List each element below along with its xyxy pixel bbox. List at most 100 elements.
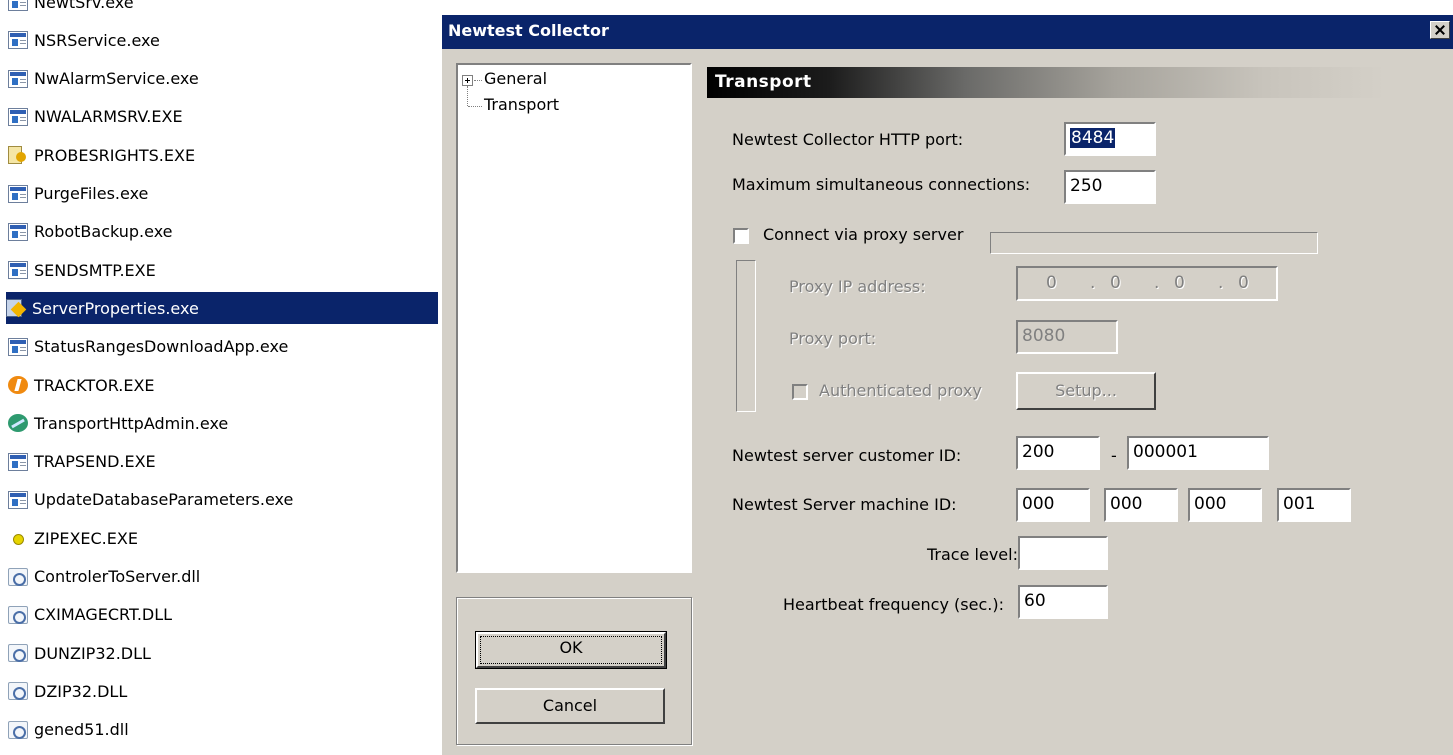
file-list-item[interactable]: TRACKTOR.EXE <box>8 369 438 401</box>
machine-id-field-4[interactable]: 001 <box>1277 488 1351 522</box>
http-port-label: Newtest Collector HTTP port: <box>732 130 964 149</box>
tree-connector <box>468 106 482 107</box>
file-list-item[interactable]: NewtSrv.exe <box>8 0 438 18</box>
section-title: Transport <box>715 72 812 92</box>
proxy-group-line <box>990 232 1318 254</box>
dialog-title: Newtest Collector <box>448 21 609 40</box>
proxy-port-field[interactable]: 8080 <box>1016 320 1118 354</box>
file-name: DZIP32.DLL <box>34 681 128 701</box>
file-name: RobotBackup.exe <box>34 222 173 242</box>
customer-id-separator: - <box>1111 446 1117 465</box>
orange-app-icon <box>8 376 28 394</box>
file-name: TransportHttpAdmin.exe <box>34 413 229 433</box>
button-panel: OK Cancel <box>456 597 692 745</box>
file-list-item[interactable]: NwAlarmService.exe <box>8 63 438 95</box>
proxy-checkbox[interactable] <box>733 228 749 244</box>
machine-id-label: Newtest Server machine ID: <box>732 495 957 514</box>
proxy-ip-field[interactable]: 0 . 0 . 0 . 0 <box>1016 266 1278 301</box>
file-list-item[interactable]: ZIPEXEC.EXE <box>8 522 438 554</box>
authenticated-proxy-checkbox[interactable] <box>792 384 808 400</box>
file-list-item[interactable]: SENDSMTP.EXE <box>8 254 438 286</box>
file-name: ControlerToServer.dll <box>34 567 201 586</box>
max-connections-field[interactable]: 250 <box>1064 170 1156 204</box>
exe-icon <box>8 490 28 509</box>
file-list-item[interactable]: PROBESRIGHTS.EXE <box>8 139 438 171</box>
exe-icon <box>8 31 28 50</box>
ok-button[interactable]: OK <box>475 631 667 669</box>
file-list-item[interactable]: StatusRangesDownloadApp.exe <box>8 331 438 363</box>
file-list-item[interactable]: DZIP32.DLL <box>8 675 438 707</box>
proxy-ip-label: Proxy IP address: <box>789 277 926 296</box>
dll-icon <box>8 644 28 663</box>
exe-icon <box>8 107 28 126</box>
heartbeat-field[interactable]: 60 <box>1018 585 1108 619</box>
file-name: NewtSrv.exe <box>34 0 134 12</box>
file-name: UpdateDatabaseParameters.exe <box>34 490 294 510</box>
machine-id-field-2[interactable]: 000 <box>1104 488 1178 522</box>
file-list-item[interactable]: CXIMAGECRT.DLL <box>8 599 438 631</box>
customer-id-part1-field[interactable]: 200 <box>1016 436 1100 470</box>
close-icon[interactable] <box>1430 21 1450 39</box>
file-name: gened51.dll <box>34 720 129 740</box>
file-name: PROBESRIGHTS.EXE <box>34 145 196 165</box>
machine-id-field-1[interactable]: 000 <box>1016 488 1090 522</box>
exe-icon <box>8 222 28 241</box>
proxy-checkbox-label[interactable]: Connect via proxy server <box>763 225 963 244</box>
ok-button-label: OK <box>559 638 583 657</box>
file-name: ServerProperties.exe <box>32 298 199 318</box>
tree-connector <box>474 80 482 81</box>
file-list-item[interactable]: RobotBackup.exe <box>8 216 438 248</box>
cancel-button[interactable]: Cancel <box>475 688 665 724</box>
file-name: StatusRangesDownloadApp.exe <box>34 337 289 357</box>
ip-octet-2: 0 <box>1110 273 1121 293</box>
settings-tree[interactable]: General Transport <box>456 63 692 573</box>
dialog-titlebar[interactable]: Newtest Collector <box>442 15 1453 49</box>
file-list-item[interactable]: PurgeFiles.exe <box>8 178 438 210</box>
setup-button[interactable]: Setup... <box>1016 372 1156 410</box>
proxy-group-bracket <box>736 260 756 412</box>
ip-octet-3: 0 <box>1174 273 1185 293</box>
file-list-item[interactable]: gened51.dll <box>8 714 438 746</box>
file-name: ZIPEXEC.EXE <box>34 528 138 548</box>
exe-icon <box>8 184 28 203</box>
file-list-item[interactable]: TransportHttpAdmin.exe <box>8 407 438 439</box>
file-list-item[interactable]: NSRService.exe <box>8 24 438 56</box>
dll-icon <box>8 720 28 739</box>
file-list-item[interactable]: TRAPSEND.EXE <box>8 446 438 478</box>
section-header: Transport <box>707 67 1387 98</box>
dll-icon <box>8 682 28 701</box>
file-list-item[interactable]: ServerProperties.exe <box>6 292 438 325</box>
file-name: DUNZIP32.DLL <box>34 643 151 663</box>
ip-octet-1: 0 <box>1046 273 1057 293</box>
file-name: TRACKTOR.EXE <box>34 375 155 395</box>
machine-id-field-3[interactable]: 000 <box>1188 488 1262 522</box>
yellow-dot-icon <box>8 529 28 547</box>
file-list-item[interactable]: ControlerToServer.dll <box>8 561 438 593</box>
tool-icon <box>6 299 26 318</box>
file-name: SENDSMTP.EXE <box>34 260 156 280</box>
trace-level-field[interactable] <box>1018 536 1108 570</box>
file-list-item[interactable]: UpdateDatabaseParameters.exe <box>8 484 438 516</box>
customer-id-label: Newtest server customer ID: <box>732 446 962 465</box>
heartbeat-label: Heartbeat frequency (sec.): <box>783 595 1004 614</box>
ip-octet-4: 0 <box>1238 273 1249 293</box>
authenticated-proxy-label: Authenticated proxy <box>819 381 982 400</box>
file-list-item[interactable]: NWALARMSRV.EXE <box>8 101 438 133</box>
cancel-button-label: Cancel <box>542 696 598 715</box>
customer-id-part2-field[interactable]: 000001 <box>1127 436 1269 470</box>
setup-button-label: Setup... <box>1055 381 1117 400</box>
exe-icon <box>8 452 28 471</box>
trace-level-label: Trace level: <box>927 545 1018 564</box>
green-app-icon <box>8 414 28 433</box>
expand-plus-icon[interactable] <box>462 75 473 86</box>
ip-separator: . <box>1218 273 1224 293</box>
ip-separator: . <box>1154 273 1160 293</box>
proxy-port-label: Proxy port: <box>789 329 877 348</box>
tree-item-general[interactable]: General <box>484 69 547 88</box>
exe-icon <box>8 337 28 356</box>
file-list-item[interactable]: DUNZIP32.DLL <box>8 637 438 669</box>
tree-item-transport[interactable]: Transport <box>484 95 559 114</box>
http-port-field[interactable]: 8484 <box>1064 122 1156 156</box>
newtest-collector-dialog: Newtest Collector General Transport OK C… <box>441 15 1453 755</box>
dll-icon <box>8 605 28 624</box>
